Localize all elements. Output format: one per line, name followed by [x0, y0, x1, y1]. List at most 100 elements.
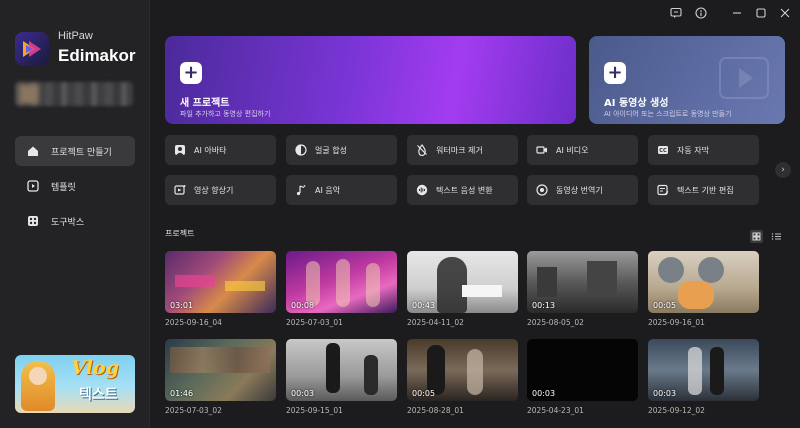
close-icon[interactable]: [777, 5, 793, 21]
text-edit-icon: [657, 184, 669, 196]
thumbnail-graphic: [306, 261, 320, 306]
project-name: 2025-04-23_01: [527, 406, 584, 415]
sidebar-item-create-project[interactable]: 프로젝트 만들기: [15, 136, 135, 166]
promo-banner[interactable]: Vlog 텍스트: [15, 355, 135, 413]
project-name: 2025-07-03_01: [286, 318, 343, 327]
grid-view-icon[interactable]: [750, 228, 763, 243]
project-thumbnail[interactable]: 00:08: [286, 251, 397, 313]
thumbnail-graphic: [326, 343, 340, 393]
thumbnail-graphic: [537, 267, 557, 297]
minimize-icon[interactable]: [729, 5, 745, 21]
sidebar-item-toolbox[interactable]: 도구박스: [15, 206, 135, 236]
new-project-card[interactable]: + 새 프로젝트 파일 추가하고 동영상 편집하기: [165, 36, 576, 124]
user-account[interactable]: [15, 82, 133, 106]
ai-video-title: AI 동영상 생성: [604, 98, 669, 109]
home-icon: [27, 145, 39, 157]
thumbnail-graphic: [364, 355, 378, 395]
project-duration: 03:01: [170, 301, 194, 310]
tool-label: 자동 자막: [677, 145, 709, 155]
thumbnail-graphic: [170, 347, 270, 373]
thumbnail-graphic: [688, 347, 702, 395]
ai-video-generate-card[interactable]: + AI 동영상 생성 AI 아이디어 또는 스크립트로 동영상 만들기: [589, 36, 785, 124]
project-thumbnail[interactable]: 00:03: [648, 339, 759, 401]
project-thumbnail[interactable]: 00:03: [527, 339, 638, 401]
svg-text:CC: CC: [659, 148, 667, 154]
sidebar-item-label: 프로젝트 만들기: [51, 147, 112, 158]
project-name: 2025-09-12_02: [648, 406, 705, 415]
thumbnail-graphic: [698, 257, 724, 283]
thumbnail-graphic: [225, 281, 265, 291]
toolbox-icon: [27, 215, 39, 227]
ai-video-subtitle: AI 아이디어 또는 스크립트로 동영상 만들기: [604, 110, 732, 118]
template-icon: [27, 180, 39, 192]
tool-watermark-remove[interactable]: 워터마크 제거: [407, 135, 518, 165]
project-duration: 00:03: [291, 389, 315, 398]
project-duration: 00:05: [653, 301, 677, 310]
project-name: 2025-09-15_01: [286, 406, 343, 415]
thumbnail-graphic: [710, 347, 724, 395]
project-name: 2025-07-03_02: [165, 406, 222, 415]
project-name: 2025-08-28_01: [407, 406, 464, 415]
project-duration: 00:03: [653, 389, 677, 398]
sidebar-item-templates[interactable]: 템플릿: [15, 171, 135, 201]
plus-icon: +: [604, 62, 626, 84]
tool-label: AI 비디오: [556, 145, 589, 155]
brand-company: HitPaw: [58, 30, 93, 42]
avatar-icon: [174, 144, 186, 156]
thumbnail-graphic: [467, 349, 483, 395]
face-swap-icon: [295, 144, 307, 156]
project-thumbnail[interactable]: 00:05: [407, 339, 518, 401]
feedback-icon[interactable]: [668, 5, 684, 21]
thumbnail-graphic: [462, 285, 502, 297]
tts-icon: [416, 184, 428, 196]
thumbnail-graphic: [366, 263, 380, 307]
enhance-icon: [174, 184, 186, 196]
tool-face-swap[interactable]: 얼굴 합성: [286, 135, 397, 165]
tool-label: 영상 향상기: [194, 185, 234, 195]
tool-video-translator[interactable]: 동영상 번역기: [527, 175, 638, 205]
plus-icon: +: [180, 62, 202, 84]
tool-video-enhancer[interactable]: 영상 향상기: [165, 175, 276, 205]
chevron-right-icon: ›: [781, 165, 785, 175]
thumbnail-graphic: [427, 345, 445, 395]
thumbnail-graphic: [336, 259, 350, 307]
project-duration: 00:43: [412, 301, 436, 310]
project-name: 2025-09-16_01: [648, 318, 705, 327]
project-thumbnail[interactable]: 01:46: [165, 339, 276, 401]
project-thumbnail[interactable]: 03:01: [165, 251, 276, 313]
sidebar: HitPaw Edimakor 프로젝트 만들기 템플릿 도구박스 Vlog 텍…: [0, 0, 150, 428]
tool-ai-music[interactable]: AI 음악: [286, 175, 397, 205]
thumbnail-graphic: [678, 281, 714, 309]
info-icon[interactable]: [693, 5, 709, 21]
tool-label: 텍스트 음성 변환: [436, 185, 493, 195]
project-duration: 00:03: [532, 389, 556, 398]
tool-label: 워터마크 제거: [436, 145, 483, 155]
project-thumbnail[interactable]: 00:05: [648, 251, 759, 313]
project-name: 2025-04-11_02: [407, 318, 464, 327]
translate-icon: [536, 184, 548, 196]
list-view-icon[interactable]: [770, 228, 783, 241]
project-name: 2025-09-16_04: [165, 318, 222, 327]
project-thumbnail[interactable]: 00:43: [407, 251, 518, 313]
new-project-subtitle: 파일 추가하고 동영상 편집하기: [180, 110, 271, 118]
tool-label: 텍스트 기반 편집: [677, 185, 734, 195]
project-thumbnail[interactable]: 00:03: [286, 339, 397, 401]
tool-ai-avatar[interactable]: AI 아바타: [165, 135, 276, 165]
tool-label: AI 아바타: [194, 145, 227, 155]
maximize-icon[interactable]: [753, 5, 769, 21]
brand-name: Edimakor: [58, 46, 136, 65]
ai-video-icon: [536, 144, 548, 156]
tool-text-to-speech[interactable]: 텍스트 음성 변환: [407, 175, 518, 205]
thumbnail-graphic: [175, 275, 215, 287]
tool-text-based-edit[interactable]: 텍스트 기반 편집: [648, 175, 759, 205]
tool-ai-video[interactable]: AI 비디오: [527, 135, 638, 165]
new-project-title: 새 프로젝트: [180, 98, 230, 109]
tools-next-button[interactable]: ›: [775, 162, 791, 178]
project-duration: 00:05: [412, 389, 436, 398]
promo-character-image: [21, 361, 55, 411]
tool-auto-caption[interactable]: CC 자동 자막: [648, 135, 759, 165]
thumbnail-graphic: [587, 261, 617, 297]
sidebar-item-label: 템플릿: [51, 182, 76, 193]
project-thumbnail[interactable]: 00:13: [527, 251, 638, 313]
project-name: 2025-08-05_02: [527, 318, 584, 327]
